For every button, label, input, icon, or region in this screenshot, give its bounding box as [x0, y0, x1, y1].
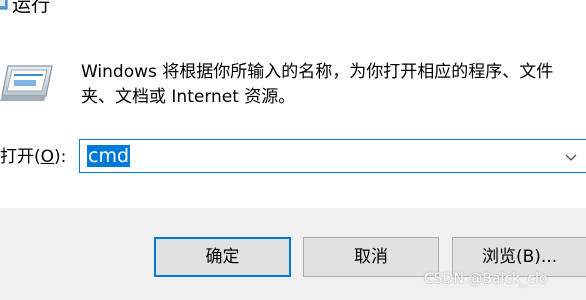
ok-button[interactable]: 确定 — [154, 237, 291, 277]
description-line-1: Windows 将根据你所输入的名称，为你打开相应的程序、文件 — [81, 62, 554, 82]
open-combobox[interactable]: cmd — [79, 139, 586, 173]
open-label-suffix: ): — [54, 147, 67, 167]
description-line-2: 夹、文档或 Internet 资源。 — [81, 87, 296, 107]
open-label: 打开(O): — [0, 145, 66, 169]
chevron-down-icon[interactable] — [564, 150, 578, 164]
open-label-accelerator: O — [40, 147, 55, 167]
open-label-prefix: 打开( — [0, 147, 41, 167]
open-input-value[interactable]: cmd — [87, 145, 131, 167]
run-description: Windows 将根据你所输入的名称，为你打开相应的程序、文件 夹、文档或 In… — [81, 60, 581, 110]
watermark: CSDN @Balck_clo — [424, 271, 548, 287]
run-window-icon — [0, 65, 53, 101]
cancel-button[interactable]: 取消 — [303, 237, 439, 277]
title-bar[interactable]: 运行 — [0, 0, 586, 22]
window-title: 运行 — [12, 0, 51, 16]
run-dialog-icon — [0, 0, 8, 10]
